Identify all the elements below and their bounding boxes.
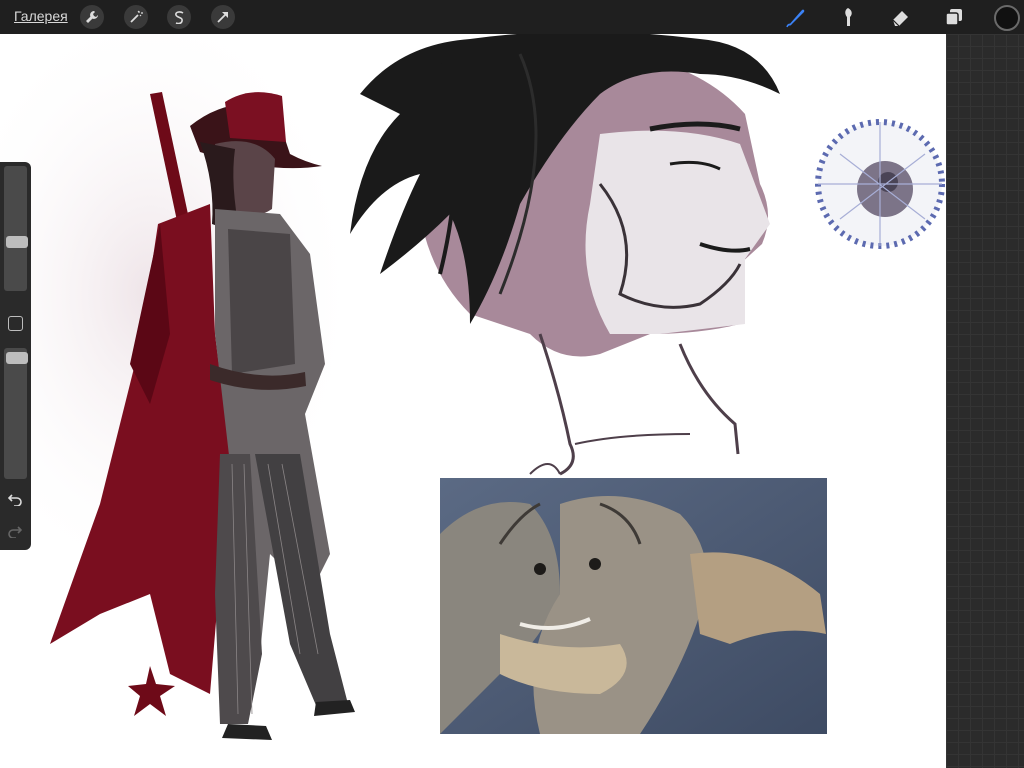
canvas-outside-area (946, 34, 1024, 768)
brush-size-slider[interactable] (4, 166, 28, 291)
wolves-image (440, 478, 827, 734)
eraser-icon[interactable] (889, 5, 913, 29)
smudge-icon[interactable] (836, 5, 860, 29)
portrait-sketch (350, 34, 780, 476)
magic-wand-icon[interactable] (124, 5, 148, 29)
transform-arrow-icon[interactable] (211, 5, 235, 29)
brush-size-thumb[interactable] (6, 236, 28, 248)
modify-button[interactable] (8, 316, 23, 331)
opacity-slider[interactable] (4, 348, 28, 479)
canvas-artwork (0, 34, 945, 740)
drawing-canvas[interactable] (0, 34, 946, 768)
redo-icon[interactable] (6, 522, 24, 540)
top-toolbar: Галерея (0, 0, 1024, 34)
undo-icon[interactable] (6, 490, 24, 508)
color-picker-swatch[interactable] (994, 5, 1020, 31)
flower-sketch (815, 119, 945, 249)
brush-icon[interactable] (784, 5, 808, 29)
selection-icon[interactable] (167, 5, 191, 29)
gallery-link[interactable]: Галерея (14, 8, 68, 24)
opacity-thumb[interactable] (6, 352, 28, 364)
layers-icon[interactable] (942, 5, 966, 29)
side-toolbar (0, 162, 31, 550)
wrench-icon[interactable] (80, 5, 104, 29)
